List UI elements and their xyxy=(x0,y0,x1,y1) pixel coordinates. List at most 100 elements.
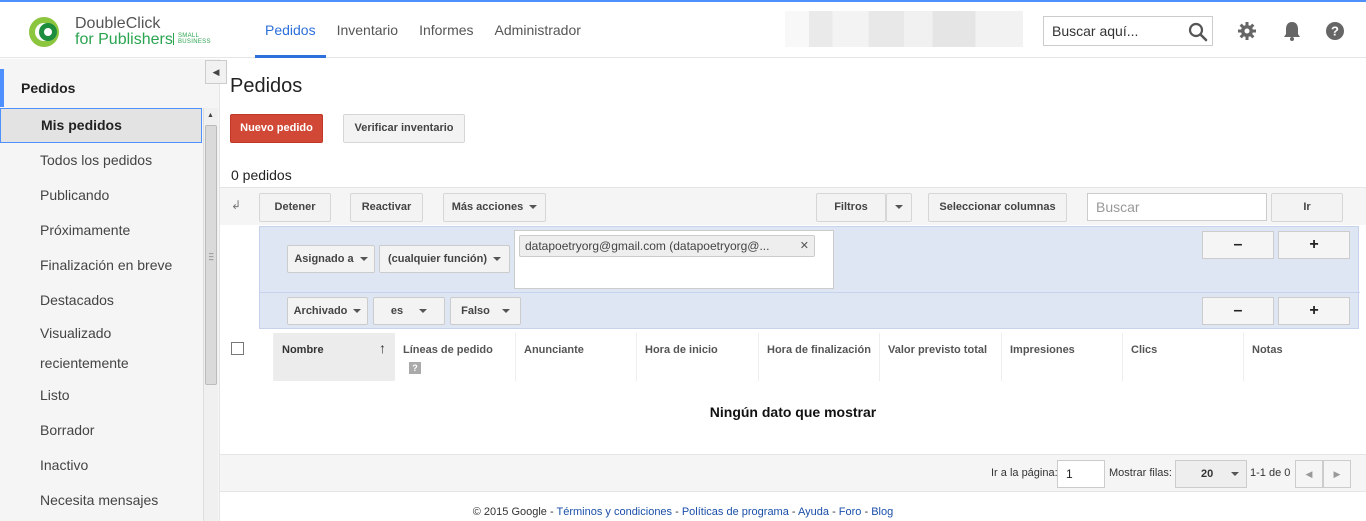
blurred-account-info xyxy=(785,11,1023,47)
select-columns-button[interactable]: Seleccionar columnas xyxy=(928,193,1067,222)
reactivate-button[interactable]: Reactivar xyxy=(350,193,423,222)
add-filter-button-2[interactable]: + xyxy=(1278,297,1350,325)
footer-link-blog[interactable]: Blog xyxy=(871,506,893,518)
chevron-down-icon xyxy=(353,309,362,314)
scroll-thumb[interactable]: – – – xyxy=(205,125,217,385)
footer: © 2015 Google - Términos y condiciones -… xyxy=(472,506,894,518)
next-page-button[interactable]: ▶ xyxy=(1323,460,1351,488)
sidebar-item-destacados[interactable]: Destacados xyxy=(0,283,202,318)
assigned-to-select[interactable]: Asignado a xyxy=(287,245,375,273)
sidebar-list: Mis pedidos Todos los pedidos Publicando… xyxy=(0,108,202,518)
sidebar-item-visualizado[interactable]: Visualizado recientemente xyxy=(0,318,170,378)
assignee-chip: datapoetryorg@gmail.com (datapoetryorg@.… xyxy=(519,235,815,257)
sidebar-item-todos[interactable]: Todos los pedidos xyxy=(0,143,202,178)
svg-text:?: ? xyxy=(1331,24,1339,39)
col-valor-previsto[interactable]: Valor previsto total xyxy=(879,333,1001,381)
col-lineas[interactable]: Líneas de pedido ? xyxy=(394,333,515,381)
stop-button[interactable]: Detener xyxy=(259,193,331,222)
filters-button[interactable]: Filtros xyxy=(816,193,886,222)
sidebar-item-necesita-mensajes[interactable]: Necesita mensajes xyxy=(0,483,202,518)
filter-divider xyxy=(260,292,1360,293)
goto-page-input[interactable]: 1 xyxy=(1057,460,1105,488)
nav-administrador[interactable]: Administrador xyxy=(485,2,591,58)
close-icon[interactable]: ✕ xyxy=(800,236,809,256)
col-impresiones[interactable]: Impresiones xyxy=(1001,333,1122,381)
chevron-down-icon xyxy=(419,309,428,314)
grip-icon: – – – xyxy=(209,249,214,264)
col-clics[interactable]: Clics xyxy=(1122,333,1243,381)
sidebar-item-borrador[interactable]: Borrador xyxy=(0,413,202,448)
table-toolbar: ↲ Detener Reactivar Más acciones Filtros… xyxy=(220,187,1366,225)
chevron-down-icon xyxy=(359,257,368,262)
sidebar-item-inactivo[interactable]: Inactivo xyxy=(0,448,202,483)
global-search-input[interactable] xyxy=(1044,17,1174,45)
footer-link-help[interactable]: Ayuda xyxy=(798,506,829,518)
empty-message: Ningún dato que mostrar xyxy=(709,404,877,420)
range-label: 1-1 de 0 xyxy=(1250,467,1291,479)
new-order-button[interactable]: Nuevo pedido xyxy=(230,114,323,143)
select-arrow-icon: ↲ xyxy=(231,198,242,212)
sidebar-item-listo[interactable]: Listo xyxy=(0,378,202,413)
footer-link-policies[interactable]: Políticas de programa xyxy=(682,506,789,518)
logo-text-publishers: for Publishers xyxy=(75,31,173,48)
go-button[interactable]: Ir xyxy=(1271,193,1343,222)
sidebar-item-mis-pedidos[interactable]: Mis pedidos xyxy=(0,108,202,143)
prev-page-button[interactable]: ◀ xyxy=(1295,460,1323,488)
more-actions-button[interactable]: Más acciones xyxy=(443,193,546,222)
table-search-input[interactable] xyxy=(1088,194,1258,220)
table-header: Nombre ↑ Líneas de pedido ? Anunciante H… xyxy=(220,333,1366,381)
col-notas[interactable]: Notas xyxy=(1243,333,1366,381)
chevron-down-icon xyxy=(529,205,538,210)
col-hora-inicio[interactable]: Hora de inicio xyxy=(636,333,758,381)
chevron-down-icon xyxy=(1231,472,1240,477)
filters-dropdown-button[interactable] xyxy=(886,193,912,222)
logo-text-doubleclick: DoubleClick xyxy=(75,15,161,32)
remove-filter-button-1[interactable]: – xyxy=(1202,231,1274,259)
dfp-logo-icon xyxy=(29,17,59,47)
sidebar-heading[interactable]: Pedidos xyxy=(0,69,202,107)
goto-page-label: Ir a la página: xyxy=(991,467,1058,479)
select-all-checkbox[interactable] xyxy=(231,342,244,355)
logo-small-business: SMALL BUSINESS xyxy=(173,33,211,45)
chevron-down-icon xyxy=(895,205,903,210)
rows-select[interactable]: 20 xyxy=(1175,460,1247,488)
sidebar-item-finalizacion[interactable]: Finalización en breve xyxy=(0,248,202,283)
sidebar-item-proximamente[interactable]: Próximamente xyxy=(0,213,202,248)
col-anunciante[interactable]: Anunciante xyxy=(515,333,636,381)
role-select[interactable]: (cualquier función) xyxy=(379,245,510,273)
order-count: 0 pedidos xyxy=(231,167,292,183)
page-title: Pedidos xyxy=(230,75,303,97)
main-nav: Pedidos Inventario Informes Administrado… xyxy=(255,2,592,58)
assignee-token-field[interactable]: datapoetryorg@gmail.com (datapoetryorg@.… xyxy=(514,230,834,289)
footer-link-forum[interactable]: Foro xyxy=(839,506,862,518)
table-search xyxy=(1087,193,1267,221)
help-icon[interactable]: ? xyxy=(1324,20,1346,42)
filter-panel: Asignado a (cualquier función) datapoetr… xyxy=(259,226,1360,329)
scroll-up-icon[interactable]: ▲ xyxy=(207,112,214,119)
sidebar-scrollbar[interactable]: ▲ – – – xyxy=(203,108,218,521)
global-search xyxy=(1043,16,1213,46)
gear-icon[interactable] xyxy=(1236,20,1258,42)
search-icon[interactable] xyxy=(1188,22,1208,42)
nav-informes[interactable]: Informes xyxy=(409,2,483,58)
value-select[interactable]: Falso xyxy=(450,297,521,325)
sidebar-item-publicando[interactable]: Publicando xyxy=(0,178,202,213)
archived-select[interactable]: Archivado xyxy=(287,297,368,325)
nav-inventario[interactable]: Inventario xyxy=(327,2,408,58)
col-hora-finalizacion[interactable]: Hora de finalización xyxy=(758,333,879,381)
nav-pedidos[interactable]: Pedidos xyxy=(255,2,326,58)
footer-link-terms[interactable]: Términos y condiciones xyxy=(557,506,673,518)
chevron-down-icon xyxy=(493,257,501,262)
col-nombre[interactable]: Nombre ↑ xyxy=(273,333,394,381)
bell-icon[interactable] xyxy=(1281,20,1303,42)
sort-arrow-up-icon: ↑ xyxy=(379,340,386,356)
dfp-logo[interactable]: DoubleClick for Publishers SMALL BUSINESS xyxy=(28,14,218,50)
operator-select[interactable]: es xyxy=(373,297,445,325)
sidebar: Pedidos Mis pedidos Todos los pedidos Pu… xyxy=(0,59,220,521)
help-icon[interactable]: ? xyxy=(409,362,421,374)
main-content: Pedidos Nuevo pedido Verificar inventari… xyxy=(220,59,1366,521)
add-filter-button-1[interactable]: + xyxy=(1278,231,1350,259)
remove-filter-button-2[interactable]: – xyxy=(1202,297,1274,325)
rows-label: Mostrar filas: xyxy=(1109,467,1172,479)
check-inventory-button[interactable]: Verificar inventario xyxy=(343,114,465,143)
